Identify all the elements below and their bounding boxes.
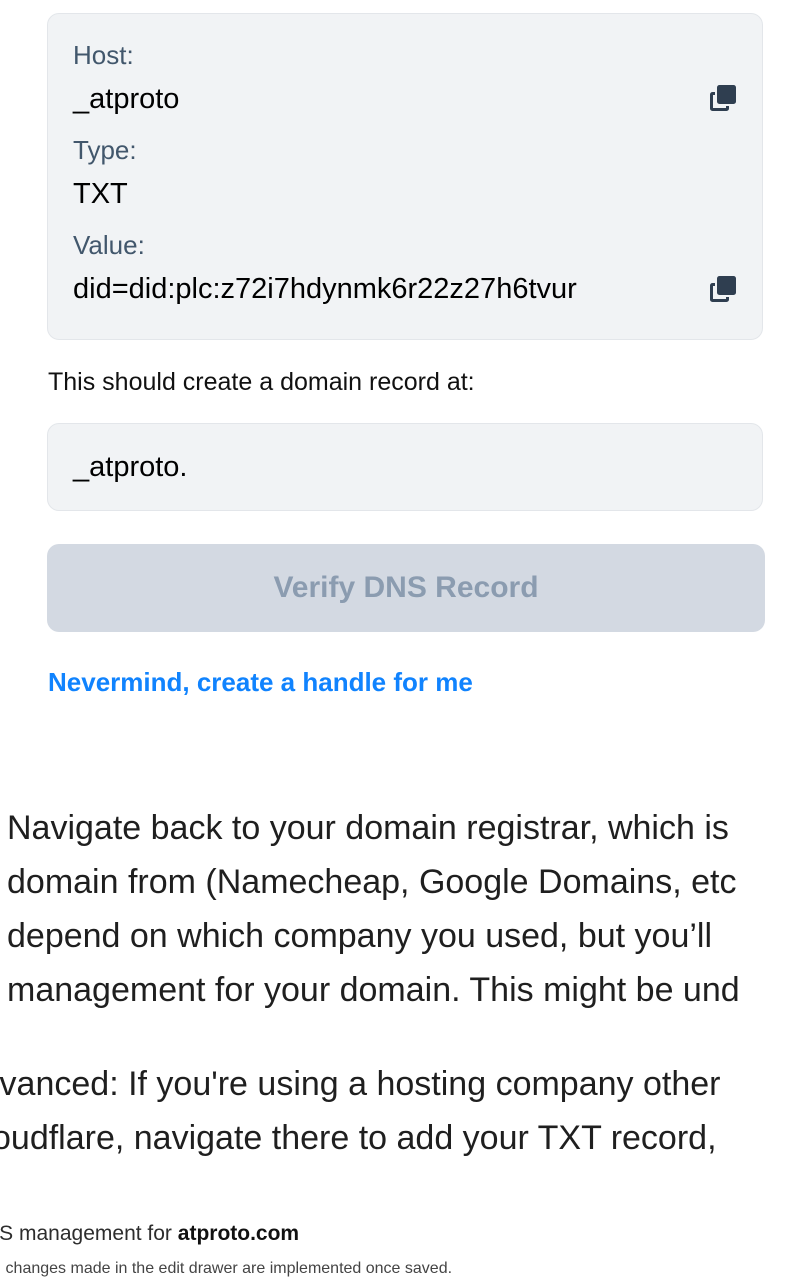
article-advanced-line: lvanced: If you're using a hosting compa… xyxy=(0,1065,721,1103)
dns-management-subtext: ll changes made in the edit drawer are i… xyxy=(0,1260,453,1277)
article-paragraph-line: domain from (Namecheap, Google Domains, … xyxy=(7,863,737,901)
dns-heading-domain: atproto.com xyxy=(177,1222,300,1245)
host-value[interactable]: _atproto xyxy=(73,82,179,116)
verify-dns-button[interactable]: Verify DNS Record xyxy=(47,544,765,632)
article-paragraph-line: management for your domain. This might b… xyxy=(7,971,740,1009)
dns-management-heading: NS management for atproto.com xyxy=(0,1220,299,1248)
type-label: Type: xyxy=(73,135,137,165)
dns-record-box: Host: _atproto Type: TXT Value: did=did:… xyxy=(47,13,763,340)
article-paragraph-line: Navigate back to your domain registrar, … xyxy=(7,809,729,847)
value-label: Value: xyxy=(73,230,145,260)
article-advanced-line: oudflare, navigate there to add your TXT… xyxy=(0,1119,717,1157)
type-value[interactable]: TXT xyxy=(73,177,128,211)
domain-record-box: _atproto. xyxy=(47,423,763,511)
nevermind-link[interactable]: Nevermind, create a handle for me xyxy=(48,664,473,700)
copy-host-icon[interactable] xyxy=(709,84,737,112)
record-hint-text: This should create a domain record at: xyxy=(48,368,475,396)
copy-value-icon[interactable] xyxy=(709,275,737,303)
host-label: Host: xyxy=(73,40,134,70)
dns-heading-prefix: NS management for xyxy=(0,1222,178,1245)
domain-record-value[interactable]: _atproto. xyxy=(73,450,187,484)
article-paragraph-line: depend on which company you used, but yo… xyxy=(7,917,713,955)
value-value[interactable]: did=did:plc:z72i7hdynmk6r22z27h6tvur xyxy=(73,272,577,306)
